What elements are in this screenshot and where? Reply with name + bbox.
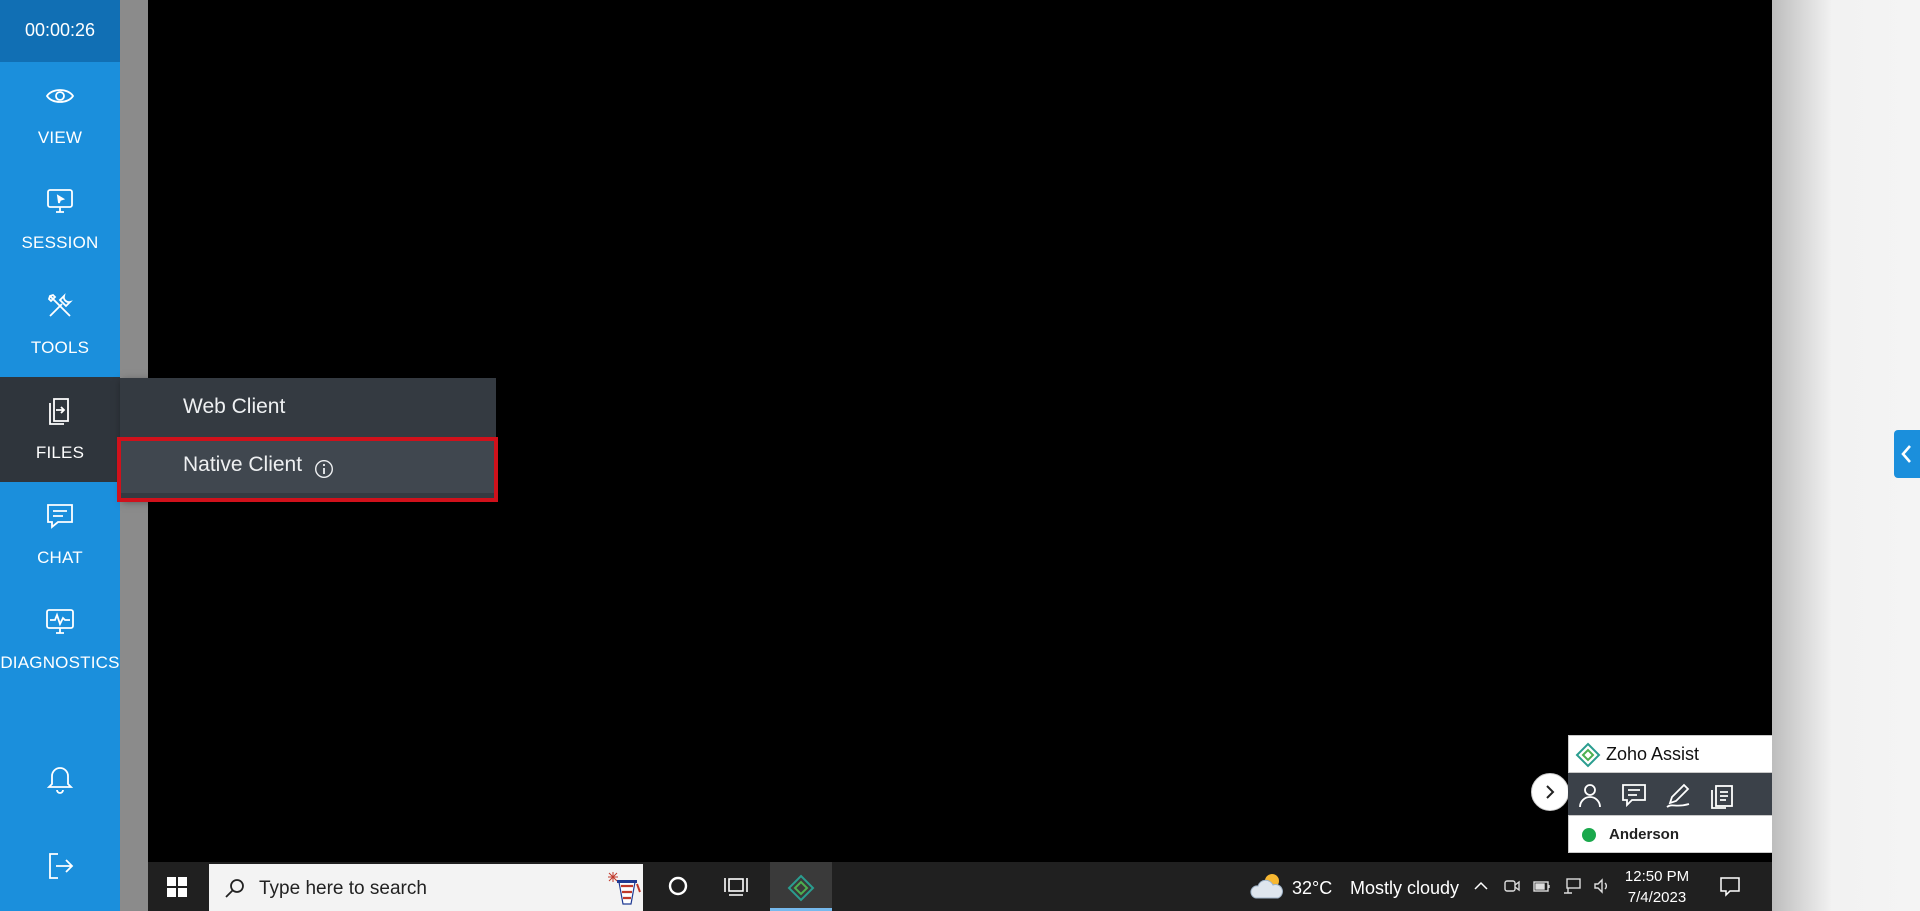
cortana-button[interactable] bbox=[653, 862, 705, 911]
taskbar-clock[interactable]: 12:50 PM 7/4/2023 bbox=[1620, 866, 1694, 908]
nav-diagnostics[interactable]: DIAGNOSTICS bbox=[0, 587, 120, 692]
status-indicator bbox=[1582, 828, 1596, 842]
session-timer: 00:00:26 bbox=[0, 0, 120, 62]
search-input[interactable]: Type here to search bbox=[259, 878, 427, 900]
clock-time: 12:50 PM bbox=[1624, 868, 1690, 885]
zoho-assist-toolbar bbox=[1568, 773, 1772, 815]
start-button[interactable] bbox=[148, 862, 208, 911]
info-icon[interactable] bbox=[314, 459, 334, 479]
windows-taskbar: Type here to search 32°C Mostly cloudy 1… bbox=[148, 862, 1772, 911]
network-icon[interactable] bbox=[1562, 876, 1582, 896]
nav-files[interactable]: FILES bbox=[0, 377, 120, 482]
notification-center-icon[interactable] bbox=[1718, 874, 1742, 898]
chevron-up-icon[interactable] bbox=[1471, 876, 1491, 896]
task-view-icon bbox=[724, 878, 748, 896]
nav-diagnostics-label: DIAGNOSTICS bbox=[0, 653, 120, 672]
menu-item-web-client[interactable]: Web Client bbox=[120, 380, 496, 435]
taskbar-search-box[interactable]: Type here to search bbox=[209, 864, 643, 911]
task-view-button[interactable] bbox=[710, 862, 762, 911]
nav-view-label: VIEW bbox=[37, 128, 83, 147]
zoho-assist-logo-icon bbox=[1575, 742, 1601, 768]
tools-icon bbox=[44, 290, 76, 322]
file-transfer-icon bbox=[44, 395, 76, 427]
nav-tools[interactable]: TOOLS bbox=[0, 272, 120, 377]
zoho-assist-logo-icon bbox=[787, 874, 815, 902]
nav-files-label: FILES bbox=[35, 443, 85, 462]
taskbar-zoho-app[interactable] bbox=[770, 862, 832, 911]
nav-tools-label: TOOLS bbox=[30, 338, 90, 357]
zoho-assist-participant-row: Anderson bbox=[1568, 815, 1772, 853]
windows-logo-icon bbox=[167, 877, 187, 897]
user-icon[interactable] bbox=[1576, 781, 1604, 809]
nav-session-label: SESSION bbox=[21, 233, 99, 252]
menu-item-native-client-label: Native Client bbox=[183, 453, 303, 476]
participant-name: Anderson bbox=[1609, 826, 1680, 843]
clipboard-icon[interactable] bbox=[1708, 781, 1736, 809]
holiday-fireworks-icon bbox=[608, 872, 641, 905]
files-dropdown-menu: Web Client Native Client bbox=[120, 378, 496, 498]
nav-session[interactable]: SESSION bbox=[0, 167, 120, 272]
annotate-icon[interactable] bbox=[1664, 781, 1692, 809]
menu-item-web-client-label: Web Client bbox=[183, 395, 286, 418]
eye-icon bbox=[44, 80, 76, 112]
toolbar-sidebar: 00:00:26 VIEW SESSION TOOLS FILES CHAT D… bbox=[0, 0, 120, 911]
battery-icon[interactable] bbox=[1532, 876, 1552, 896]
exit-icon[interactable] bbox=[44, 850, 76, 882]
weather-widget[interactable]: 32°C Mostly cloudy bbox=[1250, 862, 1460, 911]
weather-temperature: 32°C bbox=[1292, 878, 1333, 898]
chat-icon[interactable] bbox=[1620, 781, 1648, 809]
nav-view[interactable]: VIEW bbox=[0, 62, 120, 167]
monitor-icon bbox=[44, 185, 76, 217]
meet-camera-icon[interactable] bbox=[1502, 876, 1522, 896]
chevron-left-icon bbox=[1901, 445, 1911, 463]
diagnostics-icon bbox=[44, 605, 76, 637]
cortana-circle-icon bbox=[668, 876, 688, 896]
cloud-sun-icon bbox=[1250, 874, 1283, 899]
zoho-assist-header: Zoho Assist bbox=[1568, 735, 1772, 773]
nav-chat-label: CHAT bbox=[37, 548, 83, 567]
bell-icon[interactable] bbox=[44, 762, 76, 794]
zoho-widget-collapse-button[interactable] bbox=[1531, 773, 1569, 811]
menu-item-native-client[interactable]: Native Client bbox=[120, 438, 496, 493]
search-icon bbox=[225, 879, 244, 898]
chat-icon bbox=[44, 500, 76, 532]
expand-panel-button[interactable] bbox=[1894, 430, 1920, 478]
volume-icon[interactable] bbox=[1592, 876, 1612, 896]
weather-description: Mostly cloudy bbox=[1350, 878, 1460, 898]
nav-chat[interactable]: CHAT bbox=[0, 482, 120, 587]
zoho-assist-widget: Zoho Assist Anderson bbox=[1568, 735, 1772, 853]
zoho-assist-title: Zoho Assist bbox=[1606, 744, 1700, 764]
clock-date: 7/4/2023 bbox=[1627, 889, 1687, 906]
